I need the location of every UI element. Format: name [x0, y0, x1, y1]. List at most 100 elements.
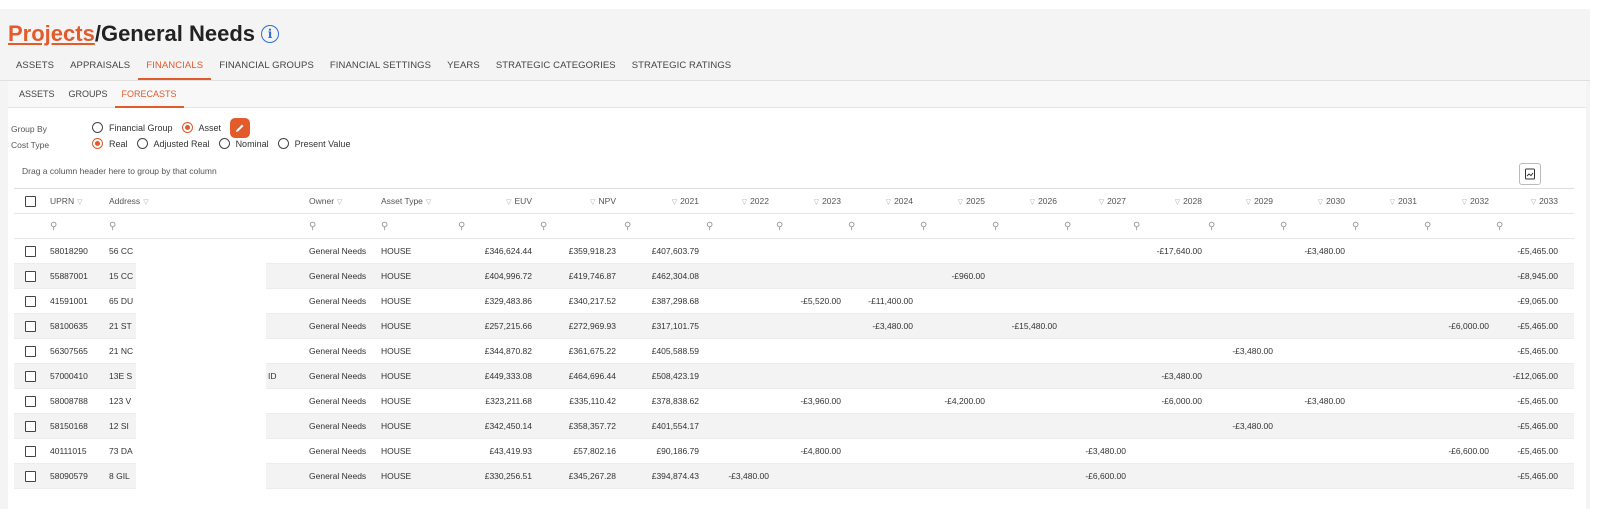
- table-row[interactable]: 40111015 73 DA General Needs HOUSE £43,419.9…: [14, 439, 1574, 464]
- cost-type-option-real[interactable]: Real: [92, 138, 128, 149]
- filter-cell-2021[interactable]: ⚲: [624, 214, 644, 239]
- table-row[interactable]: 55887001 15 CC General Needs HOUSE £404,996.…: [14, 264, 1574, 289]
- row-checkbox[interactable]: [25, 371, 36, 382]
- column-header-2029[interactable]: ▽ 2029: [1204, 189, 1273, 214]
- row-checkbox[interactable]: [25, 321, 36, 332]
- table-row[interactable]: 58018290 56 CC General Needs HOUSE £346,624.…: [14, 239, 1574, 264]
- column-header-2033[interactable]: ▽ 2033: [1492, 189, 1558, 214]
- cost-type-radio-present-value[interactable]: [277, 138, 289, 149]
- row-checkbox[interactable]: [25, 271, 36, 282]
- filter-funnel-icon[interactable]: ▽: [958, 199, 963, 206]
- filter-cell-npv[interactable]: ⚲: [540, 214, 560, 239]
- group-by-radio-financial-group[interactable]: [92, 122, 103, 133]
- search-icon[interactable]: ⚲: [1280, 221, 1287, 232]
- filter-funnel-icon[interactable]: ▽: [506, 199, 511, 206]
- filter-cell-address[interactable]: ⚲: [109, 214, 129, 239]
- group-by-option-financial-group[interactable]: Financial Group: [92, 122, 173, 133]
- subtab-assets[interactable]: ASSETS: [12, 84, 62, 108]
- search-icon[interactable]: ⚲: [1352, 221, 1359, 232]
- select-all-checkbox[interactable]: [25, 196, 36, 207]
- filter-funnel-icon[interactable]: ▽: [742, 199, 747, 206]
- filter-cell-2033[interactable]: ⚲: [1496, 214, 1516, 239]
- table-row[interactable]: 58150168 12 SI General Needs HOUSE £342,450.…: [14, 414, 1574, 439]
- row-checkbox[interactable]: [25, 446, 36, 457]
- tab-strategic-ratings[interactable]: STRATEGIC RATINGS: [624, 55, 740, 80]
- subtab-forecasts[interactable]: FORECASTS: [114, 84, 184, 108]
- filter-cell-owner[interactable]: ⚲: [309, 214, 329, 239]
- column-header-2032[interactable]: ▽ 2032: [1420, 189, 1489, 214]
- column-header-2021[interactable]: ▽ 2021: [620, 189, 699, 214]
- filter-cell-2029[interactable]: ⚲: [1208, 214, 1228, 239]
- filter-funnel-icon[interactable]: ▽: [426, 199, 431, 206]
- column-header-address[interactable]: Address ▽: [109, 189, 299, 214]
- cost-type-radio-adjusted-real[interactable]: [136, 138, 148, 149]
- column-header-2027[interactable]: ▽ 2027: [1060, 189, 1126, 214]
- search-icon[interactable]: ⚲: [381, 221, 388, 232]
- filter-cell-2027[interactable]: ⚲: [1064, 214, 1084, 239]
- filter-funnel-icon[interactable]: ▽: [672, 199, 677, 206]
- filter-funnel-icon[interactable]: ▽: [1175, 199, 1180, 206]
- search-icon[interactable]: ⚲: [776, 221, 783, 232]
- tab-years[interactable]: YEARS: [439, 55, 488, 80]
- column-header-2031[interactable]: ▽ 2031: [1348, 189, 1417, 214]
- row-checkbox[interactable]: [25, 346, 36, 357]
- filter-funnel-icon[interactable]: ▽: [337, 199, 342, 206]
- column-header-2028[interactable]: ▽ 2028: [1129, 189, 1202, 214]
- tab-assets[interactable]: ASSETS: [8, 55, 62, 80]
- search-icon[interactable]: ⚲: [1424, 221, 1431, 232]
- search-icon[interactable]: ⚲: [706, 221, 713, 232]
- row-checkbox[interactable]: [25, 471, 36, 482]
- filter-funnel-icon[interactable]: ▽: [886, 199, 891, 206]
- filter-cell-2023[interactable]: ⚲: [776, 214, 796, 239]
- cost-type-option-present-value[interactable]: Present Value: [277, 138, 350, 149]
- column-header-2025[interactable]: ▽ 2025: [916, 189, 985, 214]
- filter-funnel-icon[interactable]: ▽: [590, 199, 595, 206]
- filter-funnel-icon[interactable]: ▽: [1099, 199, 1104, 206]
- filter-funnel-icon[interactable]: ▽: [1390, 199, 1395, 206]
- search-icon[interactable]: ⚲: [540, 221, 547, 232]
- breadcrumb-projects-link[interactable]: Projects: [8, 21, 95, 47]
- filter-funnel-icon[interactable]: ▽: [1462, 199, 1467, 206]
- filter-cell-2024[interactable]: ⚲: [848, 214, 868, 239]
- filter-cell-2022[interactable]: ⚲: [706, 214, 726, 239]
- tab-appraisals[interactable]: APPRAISALS: [62, 55, 138, 80]
- column-header-2022[interactable]: ▽ 2022: [702, 189, 769, 214]
- filter-cell-euv[interactable]: ⚲: [458, 214, 478, 239]
- search-icon[interactable]: ⚲: [109, 221, 116, 232]
- search-icon[interactable]: ⚲: [458, 221, 465, 232]
- tab-strategic-categories[interactable]: STRATEGIC CATEGORIES: [488, 55, 624, 80]
- search-icon[interactable]: ⚲: [50, 221, 57, 232]
- table-row[interactable]: 56307565 21 NC General Needs HOUSE £344,870.…: [14, 339, 1574, 364]
- row-checkbox[interactable]: [25, 246, 36, 257]
- column-header-2030[interactable]: ▽ 2030: [1276, 189, 1345, 214]
- group-by-radio-asset[interactable]: [181, 122, 193, 133]
- filter-cell-2030[interactable]: ⚲: [1280, 214, 1300, 239]
- filter-cell-asset-type[interactable]: ⚲: [381, 214, 401, 239]
- filter-funnel-icon[interactable]: ▽: [143, 199, 148, 206]
- table-row[interactable]: 58100635 21 ST General Needs HOUSE £257,215.…: [14, 314, 1574, 339]
- search-icon[interactable]: ⚲: [848, 221, 855, 232]
- search-icon[interactable]: ⚲: [1496, 221, 1503, 232]
- column-header-2024[interactable]: ▽ 2024: [844, 189, 913, 214]
- tab-financial-groups[interactable]: FINANCIAL GROUPS: [211, 55, 322, 80]
- row-checkbox[interactable]: [25, 421, 36, 432]
- column-header-2026[interactable]: ▽ 2026: [988, 189, 1057, 214]
- cost-type-option-nominal[interactable]: Nominal: [218, 138, 269, 149]
- table-row[interactable]: 58008788 123 V General Needs HOUSE £323,211.…: [14, 389, 1574, 414]
- cost-type-option-adjusted-real[interactable]: Adjusted Real: [136, 138, 210, 149]
- filter-cell-2032[interactable]: ⚲: [1424, 214, 1444, 239]
- filter-funnel-icon[interactable]: ▽: [1246, 199, 1251, 206]
- cost-type-radio-real[interactable]: [92, 138, 103, 149]
- search-icon[interactable]: ⚲: [624, 221, 631, 232]
- filter-cell-2028[interactable]: ⚲: [1133, 214, 1153, 239]
- export-button[interactable]: [1519, 163, 1541, 185]
- filter-cell-2031[interactable]: ⚲: [1352, 214, 1372, 239]
- cost-type-radio-nominal[interactable]: [218, 138, 230, 149]
- search-icon[interactable]: ⚲: [309, 221, 316, 232]
- table-row[interactable]: 58090579 8 GIL General Needs HOUSE £330,256.…: [14, 464, 1574, 489]
- edit-button[interactable]: [230, 118, 250, 138]
- column-header-euv[interactable]: ▽ EUV: [454, 189, 532, 214]
- search-icon[interactable]: ⚲: [992, 221, 999, 232]
- column-header-asset-type[interactable]: Asset Type ▽: [381, 189, 451, 214]
- tab-financial-settings[interactable]: FINANCIAL SETTINGS: [322, 55, 439, 80]
